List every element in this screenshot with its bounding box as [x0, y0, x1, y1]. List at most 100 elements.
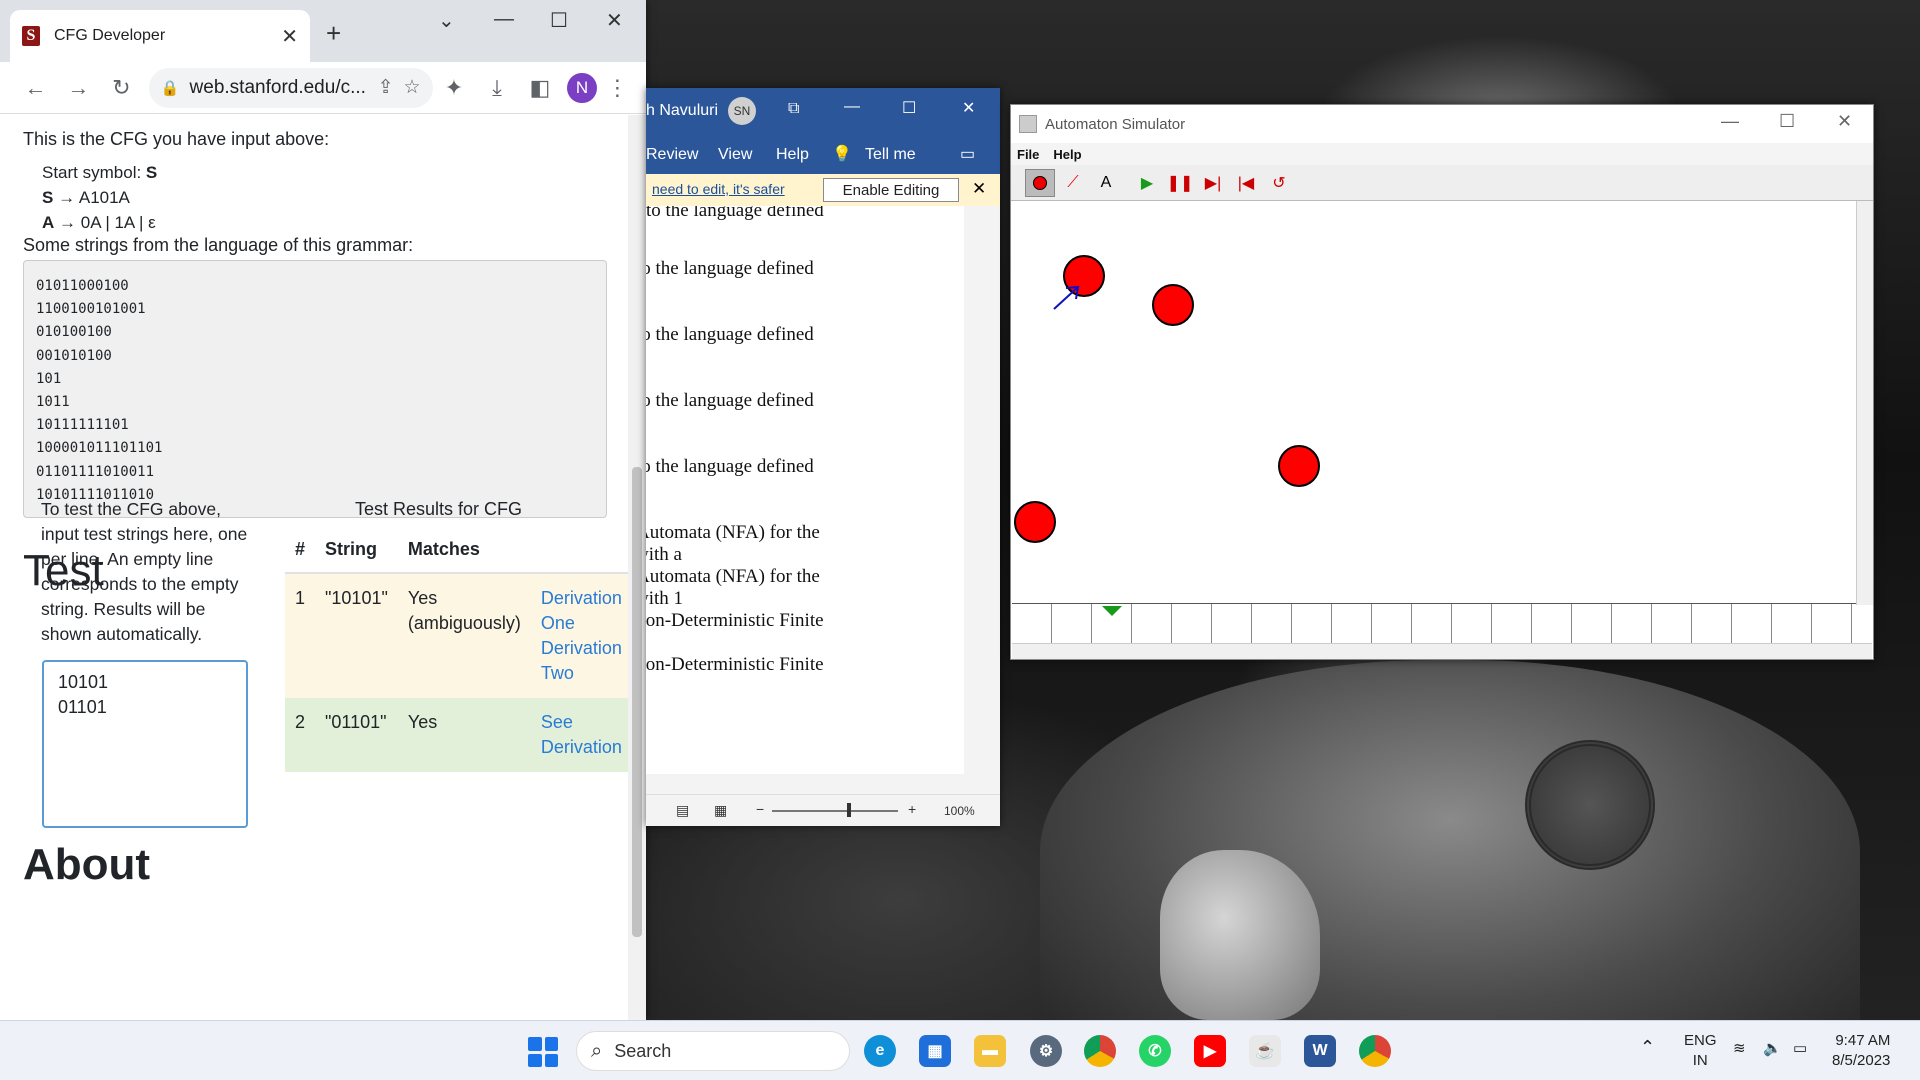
minimize-icon[interactable]: —: [1721, 111, 1739, 132]
automaton-state[interactable]: [1278, 445, 1320, 487]
battery-icon[interactable]: ▭: [1793, 1039, 1807, 1059]
automaton-state[interactable]: [1014, 501, 1056, 543]
test-input-line: 10101: [58, 672, 109, 692]
browser-tab[interactable]: S CFG Developer ✕: [10, 10, 310, 62]
time-text: 9:47 AM: [1835, 1032, 1891, 1049]
tab-title: CFG Developer: [54, 27, 166, 44]
download-icon[interactable]: ⤓: [476, 75, 519, 101]
wifi-icon[interactable]: ≋: [1733, 1039, 1746, 1059]
menu-kebab-icon[interactable]: ⋮: [603, 75, 632, 101]
clock[interactable]: 9:47 AM 8/5/2023: [1832, 1031, 1890, 1071]
close-window-icon[interactable]: ✕: [962, 98, 975, 118]
tell-me-box[interactable]: Tell me: [865, 146, 916, 164]
forward-icon[interactable]: →: [57, 75, 100, 101]
step-forward-icon[interactable]: ▶|: [1198, 169, 1228, 197]
settings-gear-icon[interactable]: ⚙: [1030, 1035, 1062, 1067]
volume-icon[interactable]: 🔈: [1763, 1039, 1782, 1059]
zoom-slider-thumb[interactable]: [847, 803, 851, 817]
rule1-rhs: A101A: [78, 188, 130, 207]
reset-icon[interactable]: ↺: [1264, 169, 1294, 197]
bookmark-star-icon[interactable]: ☆: [404, 76, 421, 99]
see-derivation-link[interactable]: See Derivation: [541, 710, 622, 760]
test-input-line: 01101: [58, 697, 107, 717]
new-tab-icon[interactable]: +: [326, 18, 341, 49]
word-user-avatar[interactable]: SN: [728, 97, 756, 125]
pause-icon[interactable]: ❚❚: [1165, 169, 1195, 197]
text-tool-icon[interactable]: A: [1091, 169, 1121, 197]
chrome-active-icon[interactable]: [1359, 1035, 1391, 1067]
back-icon[interactable]: ←: [14, 75, 57, 101]
tape-cell: [1092, 604, 1132, 644]
minimize-icon[interactable]: —: [844, 98, 860, 116]
zoom-in-icon[interactable]: +: [908, 801, 916, 817]
results-caption: Test Results for CFG: [355, 499, 523, 519]
youtube-icon[interactable]: ▶: [1194, 1035, 1226, 1067]
chevron-up-icon[interactable]: ⌃: [1640, 1037, 1655, 1057]
enable-editing-button[interactable]: Enable Editing: [823, 178, 959, 202]
scrollbar-thumb[interactable]: [632, 467, 642, 937]
add-state-tool-icon[interactable]: [1025, 168, 1055, 197]
row-matches: Yes (ambiguously): [407, 588, 521, 633]
language-indicator[interactable]: ENG IN: [1684, 1031, 1717, 1071]
share-icon[interactable]: ⇪: [378, 76, 394, 99]
close-window-icon[interactable]: ✕: [1837, 111, 1852, 132]
tab-help[interactable]: Help: [776, 146, 809, 164]
tape-scrollbar[interactable]: [1012, 643, 1872, 659]
ribbon-display-icon[interactable]: ⧉: [788, 100, 799, 118]
sample-string: 1011: [36, 394, 70, 411]
side-panel-icon[interactable]: ◧: [518, 75, 561, 101]
tape-cell: [1492, 604, 1532, 644]
automaton-state[interactable]: [1152, 284, 1194, 326]
chevron-down-icon[interactable]: ⌄: [438, 8, 455, 33]
add-transition-tool-icon[interactable]: ⟋: [1058, 169, 1088, 197]
tab-view[interactable]: View: [718, 146, 752, 164]
zoom-slider[interactable]: [772, 810, 898, 812]
step-back-icon[interactable]: |◀: [1231, 169, 1261, 197]
zoom-level[interactable]: 100%: [944, 804, 975, 818]
page-scrollbar[interactable]: [628, 115, 646, 1020]
word-icon[interactable]: W: [1304, 1035, 1336, 1067]
menu-file[interactable]: File: [1017, 147, 1039, 162]
derivation-two-link[interactable]: Derivation Two: [541, 636, 622, 686]
java-icon[interactable]: ☕: [1249, 1035, 1281, 1067]
menu-help[interactable]: Help: [1053, 147, 1081, 162]
doc-line: to the language defined: [646, 456, 814, 477]
profile-avatar[interactable]: N: [567, 72, 597, 103]
print-layout-icon[interactable]: ▤: [676, 802, 689, 819]
test-strings-textarea[interactable]: 10101 01101: [42, 660, 248, 828]
taskbar-search[interactable]: ⌕ Search: [576, 1031, 850, 1071]
address-bar[interactable]: 🔒 web.stanford.edu/c... ⇪ ☆: [148, 67, 433, 108]
file-explorer-icon[interactable]: ▬: [974, 1035, 1006, 1067]
comments-icon[interactable]: ▭: [960, 144, 975, 164]
derivation-one-link[interactable]: Derivation One: [541, 586, 622, 636]
close-bar-icon[interactable]: ✕: [972, 179, 986, 199]
edge-icon[interactable]: e: [864, 1035, 896, 1067]
maximize-icon[interactable]: ☐: [550, 8, 568, 33]
tab-review[interactable]: Review: [646, 146, 698, 164]
extensions-icon[interactable]: ✦: [433, 75, 476, 101]
protected-view-message[interactable]: need to edit, it's safer: [652, 181, 785, 197]
zoom-out-icon[interactable]: −: [756, 801, 764, 817]
maximize-icon[interactable]: ☐: [902, 98, 916, 118]
windows-start-icon[interactable]: [528, 1037, 558, 1067]
canvas-scrollbar[interactable]: [1856, 201, 1873, 605]
start-symbol: S: [145, 163, 158, 182]
minimize-icon[interactable]: —: [494, 8, 514, 31]
word-user-name: h Navuluri: [646, 102, 719, 119]
maximize-icon[interactable]: ☐: [1779, 111, 1795, 132]
store-icon[interactable]: ▦: [919, 1035, 951, 1067]
sample-strings-box: 01011000100 1100100101001 010100100 0010…: [23, 260, 607, 518]
doc-line: Non-Deterministic Finite: [646, 610, 824, 631]
wallpaper-hoodie: [1040, 660, 1860, 1060]
close-window-icon[interactable]: ✕: [606, 8, 623, 33]
reload-icon[interactable]: ↻: [100, 75, 143, 101]
doc-line: Automata (NFA) for the: [646, 566, 820, 587]
whatsapp-icon[interactable]: ✆: [1139, 1035, 1171, 1067]
tape-cell: [1732, 604, 1772, 644]
chrome-icon[interactable]: [1084, 1035, 1116, 1067]
automaton-canvas[interactable]: [1012, 203, 1856, 603]
web-layout-icon[interactable]: ▦: [714, 802, 727, 819]
play-icon[interactable]: ▶: [1132, 169, 1162, 197]
close-tab-icon[interactable]: ✕: [281, 24, 298, 49]
word-scrollbar[interactable]: [964, 206, 1000, 774]
